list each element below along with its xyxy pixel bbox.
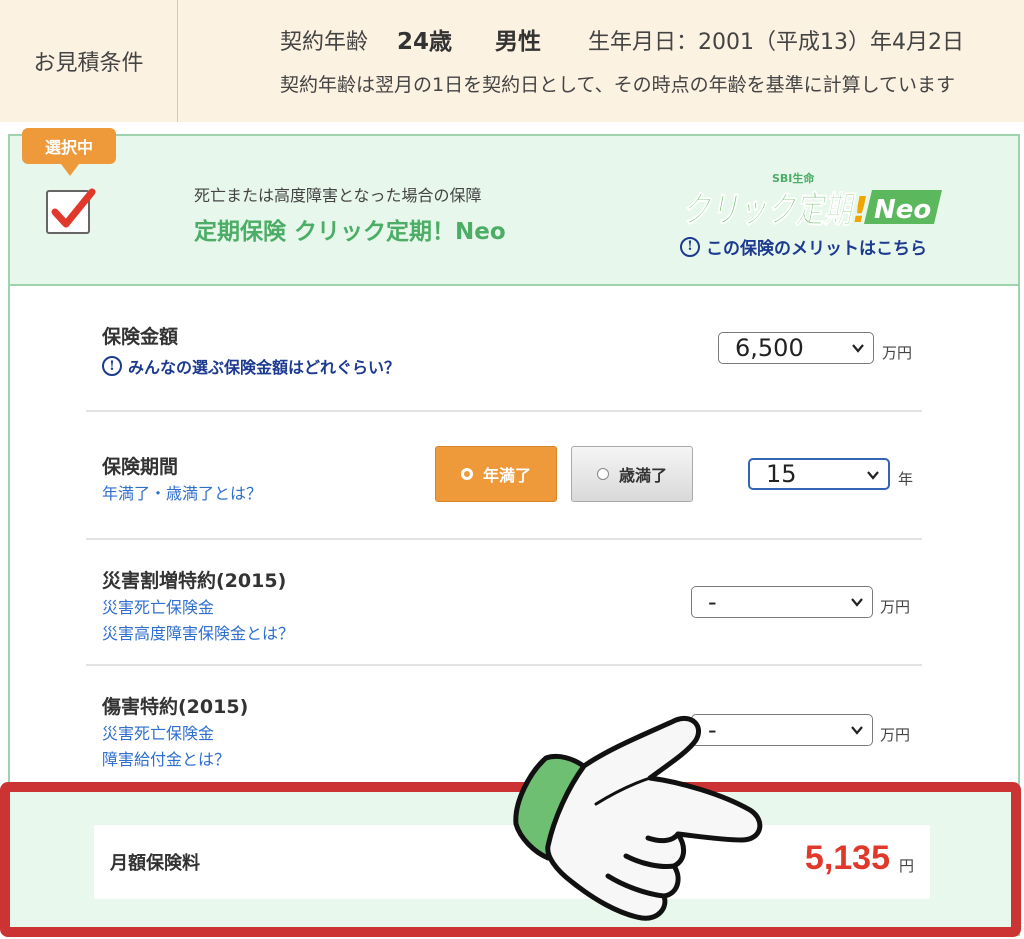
age-label: 契約年齢	[280, 30, 369, 55]
term-years-value: 15	[766, 460, 797, 488]
term-age-option[interactable]: 歳満了	[571, 446, 693, 502]
term-help-link[interactable]: 年満了・歳満了とは？	[102, 480, 262, 504]
term-year-label: 年満了	[482, 466, 531, 485]
pointing-hand-icon	[513, 716, 763, 921]
product-header: 選択中 死亡または高度障害となった場合の保障 定期保険 クリック定期！Neo S…	[10, 128, 1018, 286]
injury-rider-title: 傷害特約(2015)	[102, 696, 249, 718]
merit-link-text: この保険のメリットはこちら	[706, 239, 927, 259]
term-age-label: 歳満了	[618, 466, 667, 485]
click-teiki-neo-logo: SBI生命 クリック定期 ! Neo	[682, 171, 942, 232]
conditions-note: 契約年齢は翌月の1日を契約日として、その時点の年齢を基準に計算しています	[280, 74, 956, 96]
coverage-amount-select[interactable]: 6,500	[718, 332, 874, 364]
info-icon: !	[102, 356, 122, 376]
coverage-amount-value: 6,500	[735, 334, 804, 362]
logo-name: クリック定期	[682, 190, 857, 231]
disaster-rider-value: -	[708, 588, 717, 616]
term-unit: 年	[898, 470, 914, 488]
coverage-unit: 万円	[882, 344, 913, 362]
logo-company: SBI生命	[772, 171, 815, 185]
info-icon: !	[680, 236, 700, 257]
product-subtitle: 死亡または高度障害となった場合の保障	[194, 186, 482, 205]
term-title: 保険期間	[102, 456, 179, 478]
selected-badge: 選択中	[22, 128, 116, 176]
birth-label: 生年月日：	[588, 30, 699, 55]
chevron-down-icon	[851, 726, 863, 735]
injury-rider-unit: 万円	[880, 726, 911, 744]
term-year-option[interactable]: 年満了	[435, 446, 557, 502]
chevron-down-icon	[852, 344, 864, 353]
age-value: 24歳	[397, 29, 453, 55]
merit-link[interactable]: ! この保険のメリットはこちら	[680, 234, 927, 259]
radio-empty-icon	[596, 468, 609, 480]
disaster-rider-unit: 万円	[880, 598, 911, 616]
chevron-down-icon	[867, 471, 879, 480]
injury-benefit-link[interactable]: 障害給付金とは？	[102, 746, 230, 770]
coverage-title: 保険金額	[102, 326, 179, 348]
product-title: 定期保険 クリック定期！Neo	[194, 219, 506, 245]
disaster-rider-row: 災害割増特約(2015) 災害死亡保険金 災害高度障害保険金とは？ - 万円	[86, 540, 922, 666]
disaster-rider-title: 災害割増特約(2015)	[102, 570, 287, 592]
gender-value: 男性	[495, 29, 542, 55]
logo-neo: Neo	[874, 195, 931, 225]
conditions-summary: 契約年齢 24歳 男性 生年月日：2001（平成13）年4月2日	[280, 22, 964, 56]
coverage-help-link[interactable]: ! みんなの選ぶ保険金額はどれぐらい？	[102, 354, 400, 378]
coverage-help-text: みんなの選ぶ保険金額はどれぐらい？	[128, 358, 401, 377]
product-checkbox[interactable]	[46, 188, 96, 234]
conditions-label: お見積条件	[0, 0, 178, 122]
term-years-select[interactable]: 15	[748, 458, 890, 490]
coverage-row: 保険金額 ! みんなの選ぶ保険金額はどれぐらい？ 6,500 万円	[86, 288, 922, 412]
disaster-rider-select[interactable]: -	[691, 586, 873, 618]
estimate-conditions: お見積条件 契約年齢 24歳 男性 生年月日：2001（平成13）年4月2日 契…	[0, 0, 1024, 122]
check-icon	[51, 188, 96, 228]
radio-selected-icon	[460, 468, 473, 480]
disaster-death-link[interactable]: 災害死亡保険金	[102, 594, 214, 618]
birth-value: 2001（平成13）年4月2日	[698, 30, 965, 55]
injury-death-link[interactable]: 災害死亡保険金	[102, 720, 214, 744]
svg-text:!: !	[852, 190, 868, 231]
term-row: 保険期間 年満了・歳満了とは？ 年満了 歳満了 15 年	[86, 412, 922, 540]
chevron-down-icon	[851, 598, 863, 607]
disaster-disability-link[interactable]: 災害高度障害保険金とは？	[102, 620, 294, 644]
